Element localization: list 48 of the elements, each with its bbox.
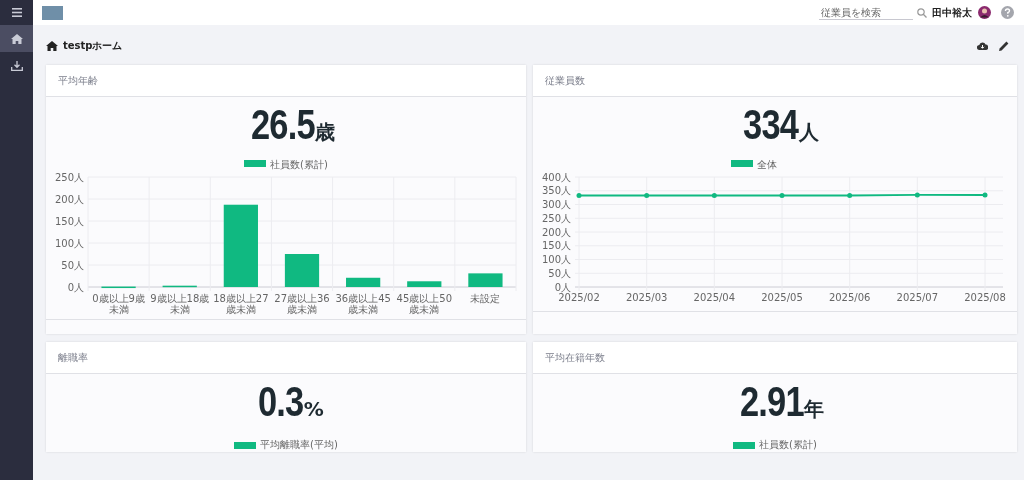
ytick-label: 350人: [541, 185, 571, 197]
stat-value: 334: [743, 101, 799, 149]
category-label: 未設定: [469, 293, 502, 306]
ytick-label: 0人: [554, 281, 571, 293]
ytick-label: 200人: [541, 226, 571, 238]
stat-value: 0.3: [258, 378, 304, 426]
user-name[interactable]: 田中裕太: [932, 5, 972, 20]
search-field[interactable]: 従業員を検索: [819, 5, 913, 20]
ytick-label: 100人: [541, 254, 571, 265]
stat-unit: 年: [803, 397, 824, 423]
card-title: 離職率: [58, 350, 88, 365]
stat-unit: %: [303, 397, 324, 421]
date-label: 2025/04: [693, 292, 736, 303]
ytick-label: 150人: [54, 215, 84, 227]
date-label: 2025/02: [558, 292, 600, 303]
stat-value: 26.5: [251, 101, 315, 149]
stat-unit: 歳: [314, 120, 335, 146]
card-title: 従業員数: [545, 73, 585, 88]
category-label: 27歳以上36歳未満: [273, 293, 331, 315]
category-label: 9歳以上18歳未満: [149, 293, 211, 315]
ytick-label: 50人: [61, 259, 84, 271]
ytick-label: 150人: [541, 240, 571, 252]
page-title: testpホーム: [63, 39, 123, 53]
category-label: 0歳以上9歳未満: [91, 293, 146, 315]
date-label: 2025/07: [896, 292, 939, 303]
category-label: 45歳以上50歳未満: [395, 293, 453, 315]
legend-label: 社員数(累計): [270, 159, 328, 170]
ytick-label: 50人: [548, 267, 571, 279]
category-label: 18歳以上27歳未満: [212, 293, 270, 315]
legend-label: 平均離職率(平均): [260, 438, 338, 452]
category-label: 36歳以上45歳未満: [334, 293, 392, 315]
stat-unit: 人: [798, 120, 819, 146]
card-title: 平均年齢: [58, 73, 98, 88]
ytick-label: 200人: [54, 193, 84, 205]
ytick-label: 300人: [541, 199, 571, 210]
ytick-label: 250人: [541, 212, 571, 224]
stat-value: 2.91: [740, 378, 804, 426]
date-label: 2025/05: [761, 292, 803, 303]
legend-label: 社員数(累計): [759, 438, 817, 452]
ytick-label: 0人: [67, 281, 84, 293]
date-label: 2025/06: [828, 292, 871, 303]
date-label: 2025/08: [964, 292, 1006, 303]
card-title: 平均在籍年数: [545, 350, 605, 365]
ytick-label: 100人: [54, 237, 84, 249]
ytick-label: 400人: [541, 171, 571, 183]
ytick-label: 250人: [54, 171, 84, 183]
date-label: 2025/03: [625, 292, 668, 303]
legend-label: 全体: [757, 159, 777, 170]
